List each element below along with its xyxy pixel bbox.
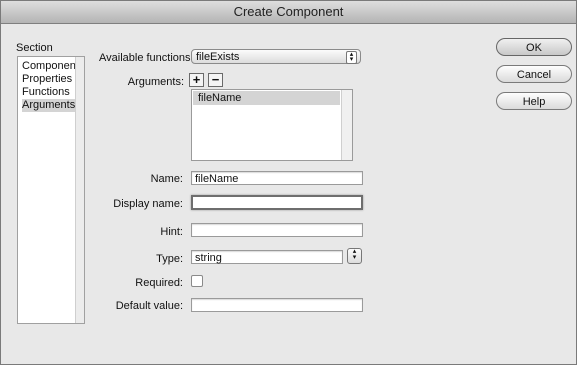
ok-button[interactable]: OK xyxy=(496,38,572,56)
cancel-button[interactable]: Cancel xyxy=(496,65,572,83)
hint-field[interactable] xyxy=(191,223,363,237)
available-functions-value: fileExists xyxy=(196,51,240,63)
required-label: Required: xyxy=(135,277,183,289)
section-item-arguments[interactable]: Arguments xyxy=(22,99,78,112)
remove-argument-button[interactable]: − xyxy=(208,73,223,87)
type-label: Type: xyxy=(156,253,183,265)
type-stepper-button[interactable]: ▴ ▾ xyxy=(347,248,362,264)
display-name-label: Display name: xyxy=(113,198,183,210)
available-functions-label: Available functions: xyxy=(99,52,194,64)
section-item-component[interactable]: Component xyxy=(22,60,79,73)
list-item[interactable]: fileName xyxy=(193,91,340,105)
name-label: Name: xyxy=(150,173,183,185)
window-title: Create Component xyxy=(1,1,576,24)
section-heading: Section xyxy=(16,42,53,54)
hint-label: Hint: xyxy=(160,226,183,238)
arguments-label: Arguments: xyxy=(127,76,184,88)
available-functions-select[interactable]: fileExists ▴ ▾ xyxy=(191,49,361,64)
updown-arrows-icon: ▴ ▾ xyxy=(346,51,357,64)
section-list-scrollbar[interactable] xyxy=(75,57,84,323)
help-button[interactable]: Help xyxy=(496,92,572,110)
section-list[interactable]: Component Properties Functions Arguments xyxy=(17,56,85,324)
default-value-label: Default value: xyxy=(115,300,183,312)
display-name-field[interactable] xyxy=(191,195,363,210)
create-component-dialog: Create Component Section Component Prope… xyxy=(0,0,577,365)
section-item-label: Functions xyxy=(22,86,70,98)
updown-arrows-icon: ▴ ▾ xyxy=(352,248,357,261)
arguments-list[interactable]: fileName xyxy=(191,89,353,161)
name-field[interactable]: fileName xyxy=(191,171,363,185)
section-item-properties[interactable]: Properties xyxy=(22,73,78,86)
default-value-field[interactable] xyxy=(191,298,363,312)
section-item-label: Properties xyxy=(22,73,73,85)
section-item-label: Component xyxy=(22,60,79,72)
required-checkbox[interactable] xyxy=(191,275,203,287)
type-field[interactable]: string xyxy=(191,250,343,264)
section-item-label: Arguments xyxy=(22,99,76,111)
add-argument-button[interactable]: + xyxy=(189,73,204,87)
arguments-list-scrollbar[interactable] xyxy=(341,90,352,160)
section-item-functions[interactable]: Functions xyxy=(22,86,78,99)
